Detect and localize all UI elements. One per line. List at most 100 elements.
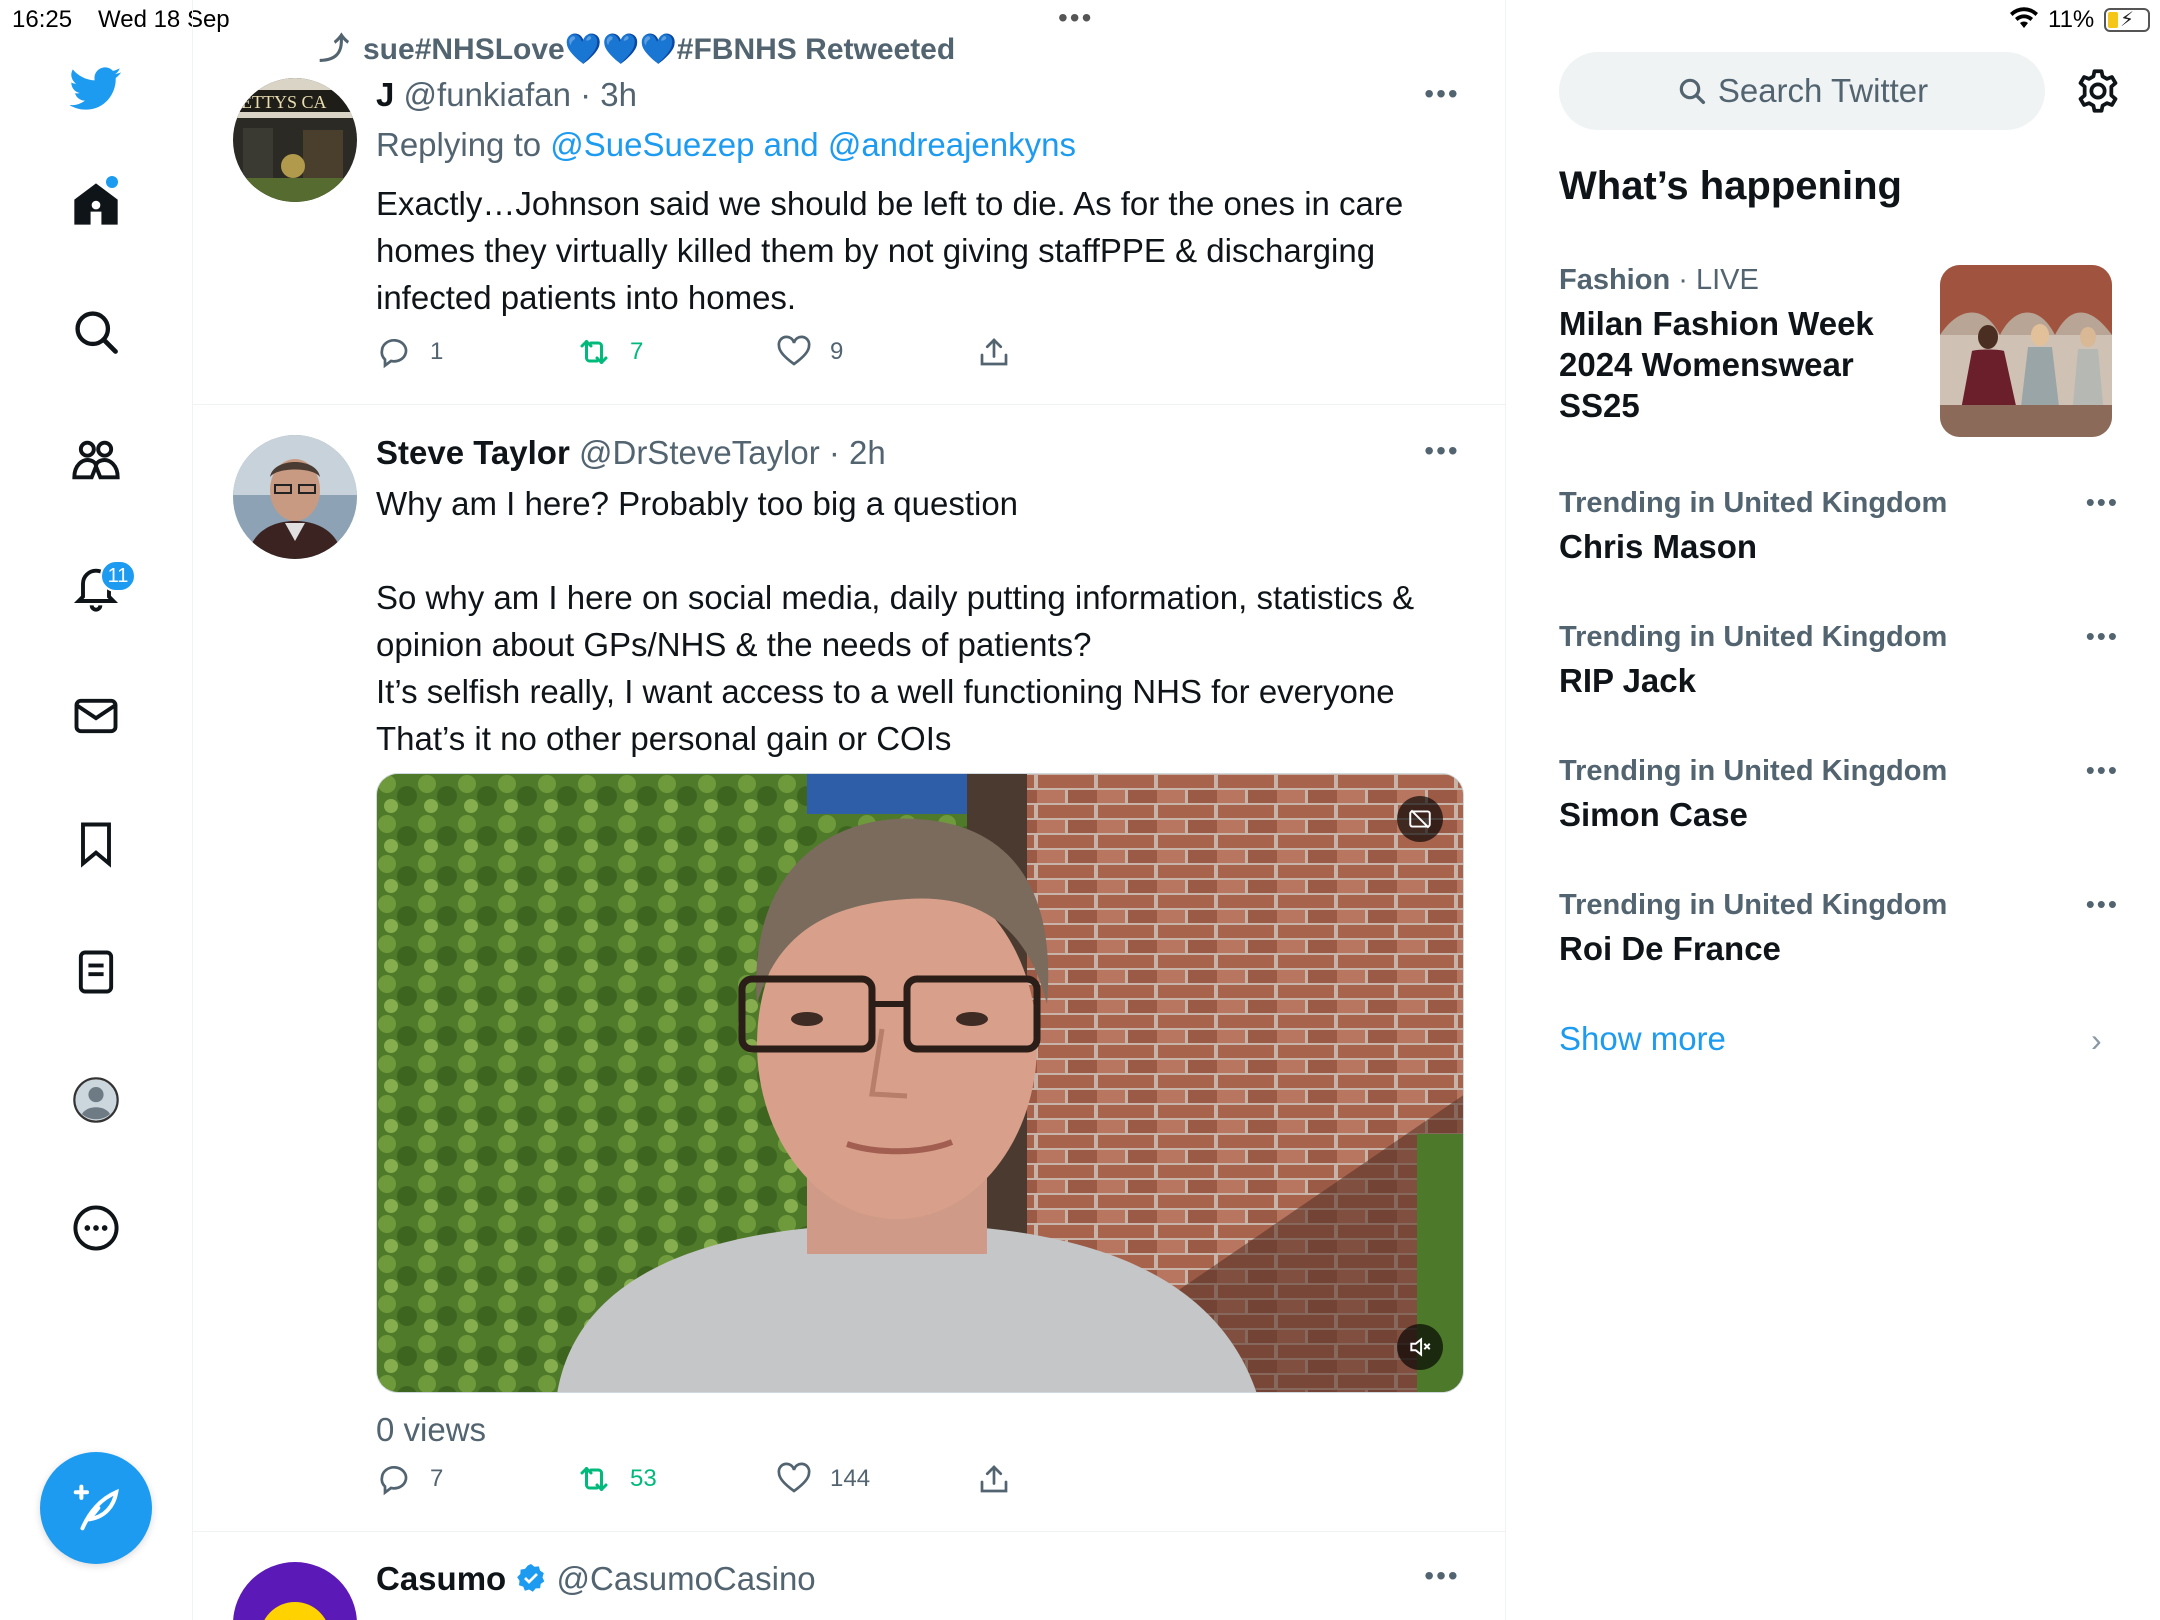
- reply-count: 7: [430, 1465, 444, 1492]
- like-count: 144: [830, 1465, 871, 1492]
- communities-icon[interactable]: [56, 420, 136, 500]
- feather-plus-icon: [73, 1484, 119, 1531]
- home-unread-dot: [106, 176, 118, 188]
- compose-tweet-button[interactable]: [40, 1452, 152, 1564]
- show-more-link[interactable]: Show more: [1559, 1020, 1726, 1058]
- bookmarks-icon[interactable]: [56, 804, 136, 884]
- share-button[interactable]: [976, 1461, 1030, 1497]
- retweet-icon: [580, 340, 608, 364]
- trend-item[interactable]: Trending in United Kingdom RIP Jack •••: [1559, 621, 2119, 701]
- avatar[interactable]: [233, 1562, 357, 1620]
- trend-title: Milan Fashion Week 2024 Womenswear SS25: [1559, 303, 1939, 426]
- tweet-author-name[interactable]: Steve Taylor: [376, 434, 570, 471]
- whats-happening-title: What’s happening: [1559, 164, 1902, 208]
- trend-category: Trending in United Kingdom: [1559, 621, 1948, 653]
- trend-category: Trending in United Kingdom: [1559, 889, 1948, 921]
- tweet-author-handle[interactable]: @CasumoCasino: [557, 1560, 816, 1597]
- retweet-button[interactable]: 7: [576, 334, 643, 370]
- search-icon: [1679, 78, 1705, 105]
- retweet-count: 53: [630, 1465, 657, 1492]
- tweet-text: Why am I here? Probably too big a questi…: [376, 480, 1464, 762]
- tweet-more-options-icon[interactable]: •••: [1420, 78, 1464, 109]
- share-button[interactable]: [976, 334, 1030, 370]
- reply-count: 1: [430, 338, 444, 365]
- tweet-card[interactable]: ⤴ sue#NHSLove💙💙💙#FBNHS Retweeted ETTYS CA…: [193, 0, 1505, 405]
- tweet-text-blank-line: [376, 527, 1464, 574]
- replying-to-prefix: Replying to: [376, 126, 542, 163]
- tweet-text-line: opinion about GPs/NHS & the needs of pat…: [376, 626, 1092, 663]
- trend-item[interactable]: Trending in United Kingdom Chris Mason •…: [1559, 487, 2119, 567]
- tweet-timestamp[interactable]: · 2h: [829, 434, 886, 471]
- trend-title: Simon Case: [1559, 796, 1748, 833]
- replying-to-users-link[interactable]: @SueSuezep and @andreajenkyns: [550, 126, 1076, 163]
- reply-button[interactable]: 1: [376, 334, 443, 370]
- tweet-text-line: homes they virtually killed them by not …: [376, 232, 1376, 269]
- trend-category: Trending in United Kingdom: [1559, 755, 1948, 787]
- trend-more-options-icon[interactable]: •••: [2086, 889, 2119, 920]
- tweet-card[interactable]: Steve Taylor @DrSteveTaylor · 2h Why am …: [193, 405, 1505, 1532]
- search-input[interactable]: Search Twitter: [1559, 52, 2045, 130]
- left-navigation: 11: [0, 0, 193, 1620]
- trend-item[interactable]: Trending in United Kingdom Simon Case ••…: [1559, 755, 2119, 835]
- tweet-text-line: infected patients into homes.: [376, 279, 797, 316]
- settings-gear-icon[interactable]: [2073, 66, 2123, 116]
- notifications-bell-icon[interactable]: 11: [56, 548, 136, 628]
- mute-volume-icon[interactable]: [1397, 1324, 1443, 1370]
- trend-more-options-icon[interactable]: •••: [2086, 755, 2119, 786]
- tweet-text-line: So why am I here on social media, daily …: [376, 579, 1415, 616]
- tweet-author-name[interactable]: J: [376, 76, 394, 113]
- tweet-text-line: Why am I here? Probably too big a questi…: [376, 485, 1019, 522]
- profile-avatar-icon[interactable]: [56, 1060, 136, 1140]
- tweet-text-line: That’s it no other personal gain or COIs: [376, 720, 952, 757]
- retweet-banner: ⤴ sue#NHSLove💙💙💙#FBNHS Retweeted: [319, 33, 956, 66]
- reply-button[interactable]: 7: [376, 1461, 443, 1497]
- right-sidebar: Search Twitter What’s happening Fashion …: [1507, 0, 2160, 1620]
- trend-item[interactable]: Fashion · LIVE Milan Fashion Week 2024 W…: [1559, 264, 1939, 426]
- captions-icon[interactable]: [1397, 796, 1443, 842]
- tweet-author-handle[interactable]: @DrSteveTaylor: [579, 434, 820, 471]
- svg-text:ETTYS CA: ETTYS CA: [241, 92, 327, 112]
- heart-icon: [777, 1462, 811, 1493]
- trend-live-label: · LIVE: [1678, 264, 1759, 296]
- trend-more-options-icon[interactable]: •••: [2086, 621, 2119, 652]
- tweet-author-name[interactable]: Casumo: [376, 1560, 506, 1597]
- tweet-more-options-icon[interactable]: •••: [1420, 435, 1464, 466]
- video-frame: [377, 774, 1463, 1392]
- like-button[interactable]: 9: [776, 334, 843, 370]
- more-options-circle-icon[interactable]: [56, 1188, 136, 1268]
- tweet-timestamp[interactable]: · 3h: [580, 76, 637, 113]
- twitter-logo-icon[interactable]: [56, 48, 136, 128]
- home-icon[interactable]: [56, 164, 136, 244]
- tweet-actions: 7 53 144: [376, 1461, 1076, 1501]
- trend-title-line: SS25: [1559, 387, 1640, 424]
- retweet-button[interactable]: 53: [576, 1461, 657, 1497]
- trend-thumbnail-image[interactable]: [1940, 265, 2112, 437]
- timeline-feed[interactable]: ⤴ sue#NHSLove💙💙💙#FBNHS Retweeted ETTYS CA…: [193, 0, 1506, 1620]
- share-icon: [980, 338, 1008, 366]
- trend-title: RIP Jack: [1559, 662, 1696, 699]
- reply-icon: [380, 1466, 408, 1496]
- messages-envelope-icon[interactable]: [56, 676, 136, 756]
- retweet-small-icon: ⤴: [319, 33, 349, 66]
- share-icon: [980, 1465, 1008, 1493]
- search-icon[interactable]: [56, 292, 136, 372]
- like-button[interactable]: 144: [776, 1461, 870, 1497]
- chevron-right-icon[interactable]: ›: [2091, 1022, 2102, 1059]
- trend-title: Roi De France: [1559, 930, 1781, 967]
- verified-badge-icon: [515, 1560, 547, 1606]
- lists-icon[interactable]: [56, 932, 136, 1012]
- trend-category: Fashion · LIVE: [1559, 264, 1939, 297]
- tweet-video[interactable]: [376, 773, 1464, 1393]
- trend-item[interactable]: Trending in United Kingdom Roi De France…: [1559, 889, 2119, 969]
- notifications-badge: 11: [100, 560, 136, 592]
- avatar[interactable]: ETTYS CA: [233, 78, 357, 202]
- tweet-text: Exactly…Johnson said we should be left t…: [376, 180, 1464, 321]
- like-count: 9: [830, 338, 844, 365]
- avatar[interactable]: [233, 435, 357, 559]
- tweet-author-handle[interactable]: @funkiafan: [404, 76, 571, 113]
- tweet-header: Steve Taylor @DrSteveTaylor · 2h: [376, 430, 1464, 476]
- trend-more-options-icon[interactable]: •••: [2086, 487, 2119, 518]
- trend-title: Chris Mason: [1559, 528, 1758, 565]
- tweet-card[interactable]: Casumo @CasumoCasino •••: [193, 1532, 1505, 1620]
- tweet-more-options-icon[interactable]: •••: [1420, 1560, 1464, 1591]
